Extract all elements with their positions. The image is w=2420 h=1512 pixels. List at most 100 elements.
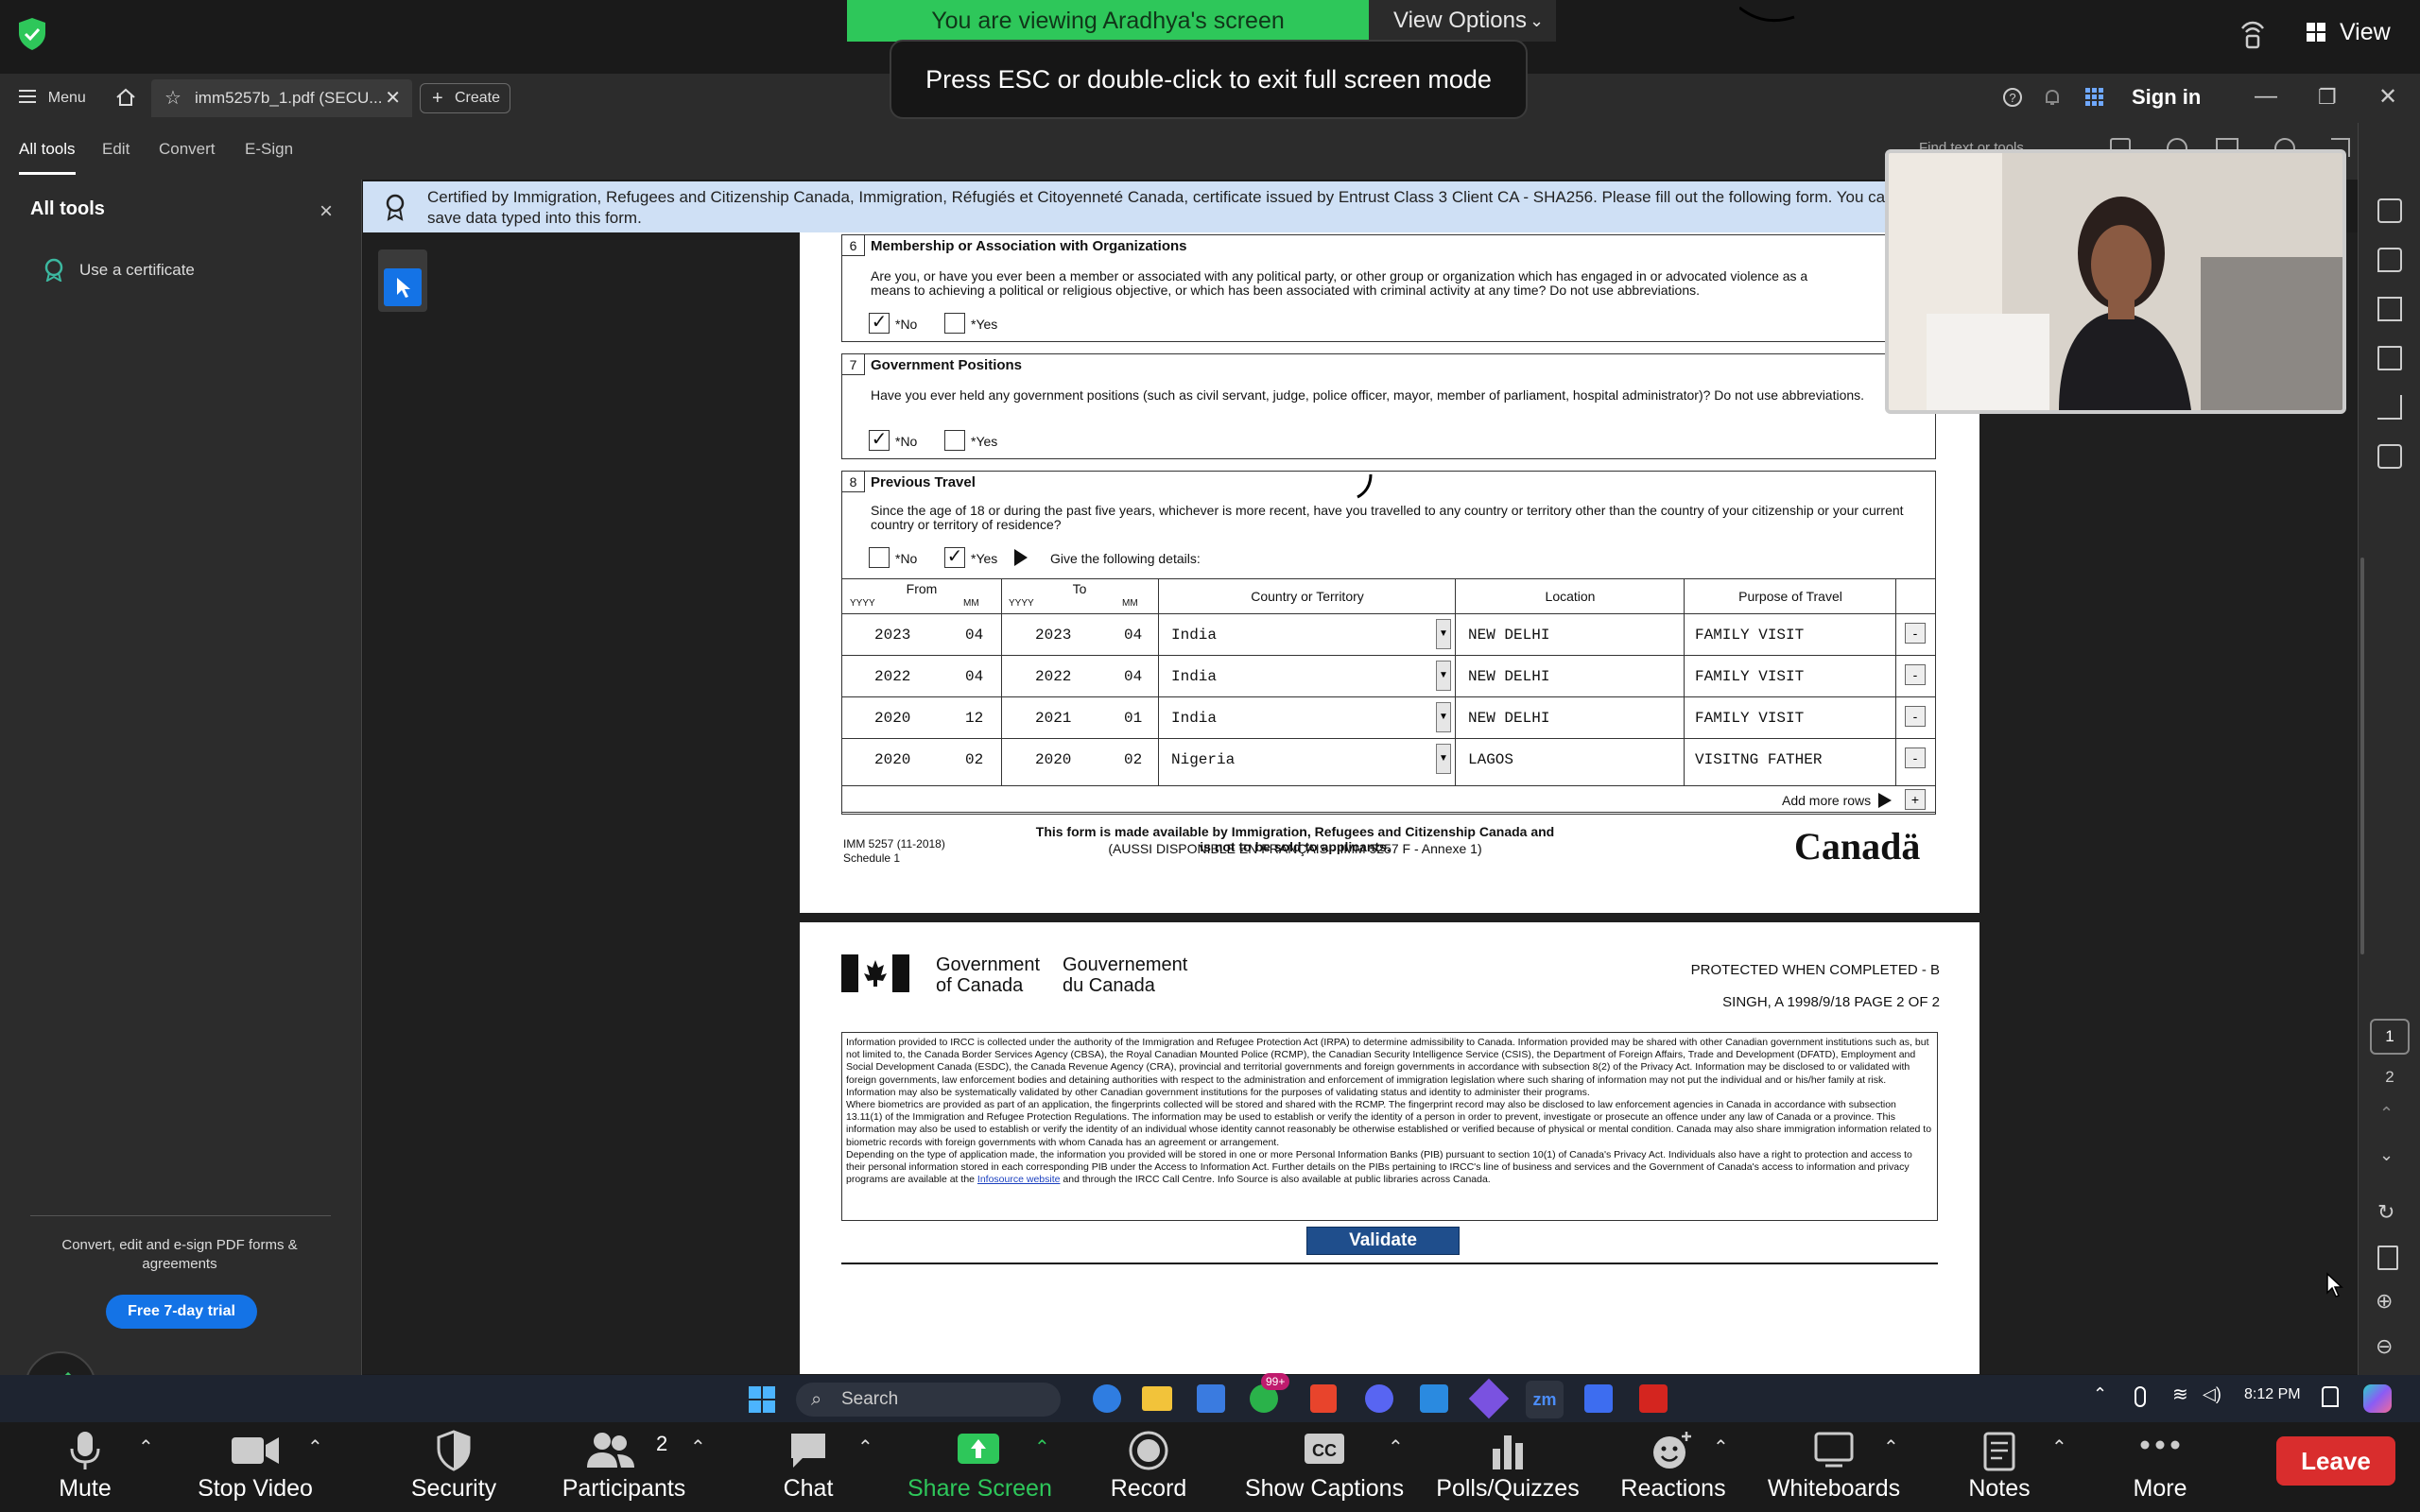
from-year-field[interactable]: 2020	[874, 751, 910, 768]
taskbar-search[interactable]: ⌕ Search	[796, 1383, 1061, 1417]
captions-chevron-icon[interactable]: ⌃	[1388, 1435, 1404, 1459]
scrollbar[interactable]	[2360, 558, 2364, 954]
file-explorer-icon[interactable]	[1142, 1386, 1172, 1411]
to-year-field[interactable]: 2022	[1035, 668, 1071, 685]
remote-control-icon[interactable]	[2238, 17, 2267, 49]
from-month-field[interactable]: 04	[965, 668, 983, 685]
remove-row-button[interactable]: -	[1905, 747, 1926, 768]
from-month-field[interactable]: 12	[965, 710, 983, 727]
close-window-icon[interactable]: ✕	[2378, 83, 2397, 111]
from-month-field[interactable]: 02	[965, 751, 983, 768]
teams-icon[interactable]	[1584, 1384, 1613, 1413]
purpose-field[interactable]: FAMILY VISIT	[1695, 710, 1804, 727]
from-year-field[interactable]: 2020	[874, 710, 910, 727]
participants-chevron-icon[interactable]: ⌃	[690, 1435, 706, 1459]
obsidian-icon[interactable]	[1468, 1378, 1510, 1419]
add-row-button[interactable]: +	[1905, 789, 1926, 810]
share-screen-button[interactable]: Share Screen	[908, 1422, 1052, 1512]
star-icon[interactable]: ☆	[164, 79, 182, 117]
from-year-field[interactable]: 2023	[874, 627, 910, 644]
edge-icon[interactable]	[1093, 1384, 1121, 1413]
participants-button[interactable]: 2 Participants	[558, 1422, 690, 1512]
reactions-chevron-icon[interactable]: ⌃	[1713, 1435, 1729, 1459]
country-select[interactable]: India	[1171, 668, 1217, 685]
infosource-link[interactable]: Infosource website	[977, 1174, 1061, 1185]
page-number-next[interactable]: 2	[2370, 1068, 2410, 1087]
country-select[interactable]: India	[1171, 710, 1217, 727]
country-select[interactable]: Nigeria	[1171, 751, 1235, 768]
stop-video-button[interactable]: Stop Video	[189, 1422, 321, 1512]
dropdown-arrow-icon[interactable]: ▼	[1436, 661, 1451, 691]
to-month-field[interactable]: 04	[1124, 668, 1142, 685]
polls-quizzes-button[interactable]: Polls/Quizzes	[1427, 1422, 1588, 1512]
to-year-field[interactable]: 2023	[1035, 627, 1071, 644]
toolbar-tab-convert[interactable]: Convert	[159, 140, 216, 159]
view-menu-button[interactable]: View	[2307, 13, 2411, 51]
page-number-current[interactable]: 1	[2370, 1019, 2410, 1055]
page-fit-icon[interactable]	[2377, 1246, 2398, 1270]
view-options-button[interactable]: View Options ⌄	[1369, 0, 1556, 42]
toolbar-tab-esign[interactable]: E-Sign	[245, 140, 293, 159]
sign-in-button[interactable]: Sign in	[2132, 85, 2201, 110]
remove-row-button[interactable]: -	[1905, 706, 1926, 727]
location-field[interactable]: LAGOS	[1468, 751, 1513, 768]
comment-icon[interactable]	[2377, 248, 2402, 272]
brave-icon[interactable]	[1310, 1384, 1337, 1413]
notifications-bell-icon[interactable]	[2042, 87, 2063, 108]
to-month-field[interactable]: 01	[1124, 710, 1142, 727]
menu-button[interactable]: Menu	[19, 88, 86, 107]
notes-button[interactable]: Notes	[1957, 1422, 2042, 1512]
remove-row-button[interactable]: -	[1905, 623, 1926, 644]
free-trial-button[interactable]: Free 7-day trial	[106, 1295, 257, 1329]
bookmark-icon[interactable]	[2377, 297, 2402, 321]
select-tool-button[interactable]	[378, 249, 427, 312]
zoom-out-icon[interactable]: ⊖	[2376, 1334, 2393, 1359]
apps-grid-icon[interactable]	[2084, 87, 2105, 108]
discord-icon[interactable]	[1365, 1384, 1393, 1413]
to-year-field[interactable]: 2020	[1035, 751, 1071, 768]
speaker-icon[interactable]: ◁)	[2203, 1384, 2221, 1404]
location-field[interactable]: NEW DELHI	[1468, 710, 1549, 727]
remove-row-button[interactable]: -	[1905, 664, 1926, 685]
record-button[interactable]: Record	[1097, 1422, 1201, 1512]
home-icon[interactable]	[115, 87, 136, 108]
acrobat-icon[interactable]	[1639, 1384, 1668, 1413]
show-hidden-icons[interactable]: ⌃	[2093, 1384, 2107, 1404]
lock-icon[interactable]	[2377, 444, 2402, 469]
page-down-icon[interactable]: ⌄	[2379, 1145, 2394, 1165]
refresh-icon[interactable]: ↻	[2377, 1200, 2394, 1225]
video-options-chevron-icon[interactable]: ⌃	[307, 1435, 323, 1459]
more-button[interactable]: More	[2118, 1422, 2203, 1512]
mute-button[interactable]: Mute	[38, 1422, 132, 1512]
restore-window-icon[interactable]: ❐	[2318, 85, 2337, 110]
vscode-icon[interactable]	[1420, 1384, 1448, 1413]
whiteboards-chevron-icon[interactable]: ⌃	[1883, 1435, 1899, 1459]
tab-pdf-file[interactable]: ☆ imm5257b_1.pdf (SECU... ✕	[151, 79, 412, 117]
country-select[interactable]: India	[1171, 627, 1217, 644]
use-certificate-tool[interactable]: Use a certificate	[79, 261, 195, 280]
page-up-icon[interactable]: ⌃	[2379, 1104, 2394, 1124]
purpose-field[interactable]: VISITNG FATHER	[1695, 751, 1822, 768]
security-button[interactable]: Security	[397, 1422, 510, 1512]
toolbar-tab-all-tools[interactable]: All tools	[19, 140, 76, 175]
pages-icon[interactable]	[2377, 346, 2402, 370]
create-button[interactable]: + Create	[420, 83, 510, 113]
purpose-field[interactable]: FAMILY VISIT	[1695, 668, 1804, 685]
purpose-field[interactable]: FAMILY VISIT	[1695, 627, 1804, 644]
notification-bell-icon[interactable]	[2322, 1386, 2339, 1407]
copilot-icon[interactable]	[2363, 1384, 2392, 1413]
validate-button[interactable]: Validate	[1306, 1227, 1460, 1255]
chat-chevron-icon[interactable]: ⌃	[857, 1435, 873, 1459]
fill-sign-icon[interactable]	[2377, 395, 2402, 420]
yes-checkbox[interactable]: ✓	[944, 547, 965, 568]
dropdown-arrow-icon[interactable]: ▼	[1436, 744, 1451, 774]
to-month-field[interactable]: 04	[1124, 627, 1142, 644]
to-year-field[interactable]: 2021	[1035, 710, 1071, 727]
yes-checkbox[interactable]	[944, 313, 965, 334]
search-document-icon[interactable]	[2377, 198, 2402, 223]
dropdown-arrow-icon[interactable]: ▼	[1436, 702, 1451, 732]
no-checkbox[interactable]	[869, 547, 890, 568]
dropdown-arrow-icon[interactable]: ▼	[1436, 619, 1451, 649]
help-icon[interactable]: ?	[2002, 87, 2023, 108]
clock-time[interactable]: 8:12 PM	[2244, 1386, 2301, 1403]
